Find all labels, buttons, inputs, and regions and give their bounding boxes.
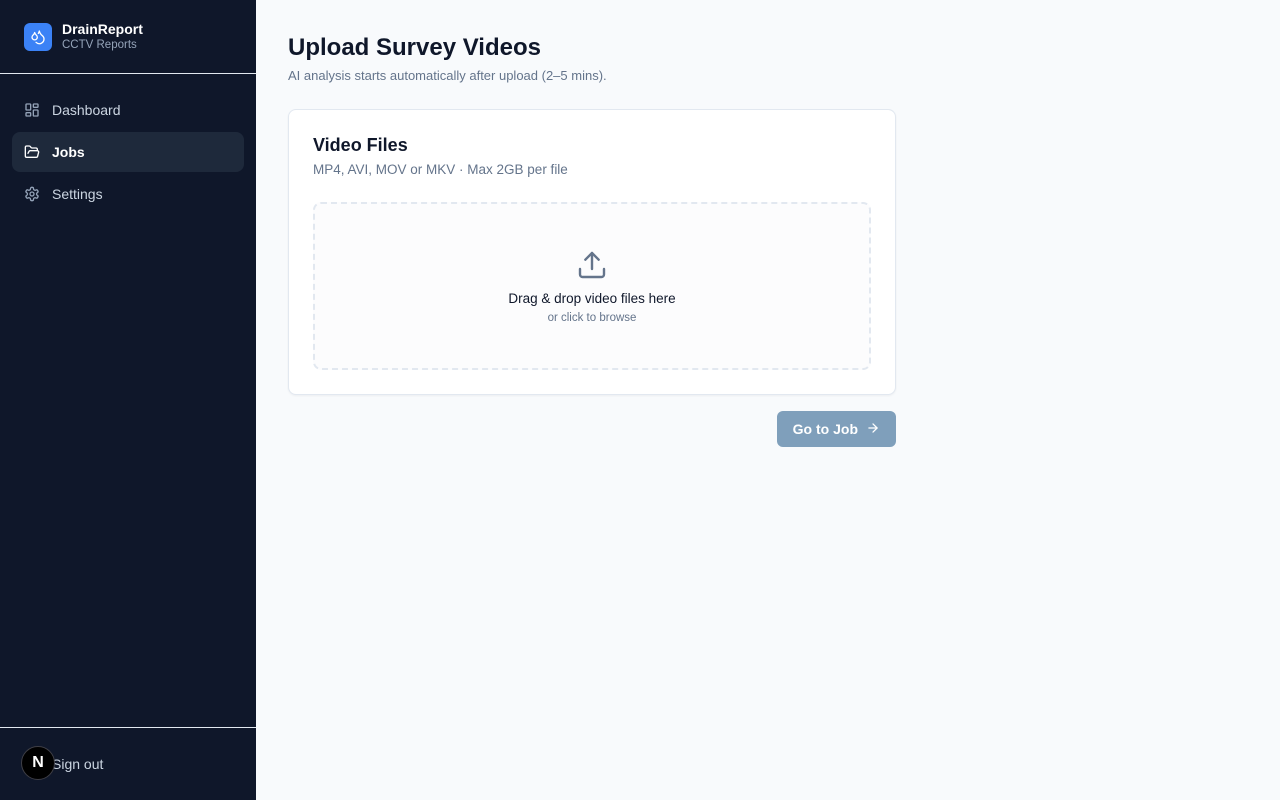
signout-label: Sign out — [52, 756, 104, 772]
badge-letter: N — [32, 754, 44, 771]
brand-name: DrainReport — [62, 20, 143, 37]
sidebar-item-label: Settings — [52, 186, 103, 202]
actions-row: Go to Job — [288, 411, 896, 447]
dropzone-title: Drag & drop video files here — [508, 290, 676, 306]
page-subtitle: AI analysis starts automatically after u… — [288, 68, 607, 83]
app-root: DrainReport CCTV Reports Dashboard Jobs … — [0, 0, 1280, 800]
folder-icon — [24, 144, 40, 160]
sidebar-item-settings[interactable]: Settings — [12, 174, 244, 214]
sidebar-item-label: Jobs — [52, 144, 85, 160]
sidebar: DrainReport CCTV Reports Dashboard Jobs … — [0, 0, 256, 800]
next-badge[interactable]: N — [21, 746, 55, 780]
video-files-card: Video Files MP4, AVI, MOV or MKV · Max 2… — [288, 109, 896, 395]
file-dropzone[interactable]: Drag & drop video files here or click to… — [313, 202, 871, 370]
sidebar-item-jobs[interactable]: Jobs — [12, 132, 244, 172]
sidebar-footer: Sign out N — [0, 727, 256, 800]
sidebar-nav: Dashboard Jobs Settings — [0, 74, 256, 230]
arrow-right-icon — [866, 421, 880, 438]
main-content: Upload Survey Videos AI analysis starts … — [256, 0, 1280, 800]
sidebar-item-label: Dashboard — [52, 102, 121, 118]
go-to-job-label: Go to Job — [792, 421, 858, 437]
brand-subtitle: CCTV Reports — [62, 38, 137, 51]
drop-icon — [24, 22, 52, 51]
brand[interactable]: DrainReport CCTV Reports — [0, 0, 256, 74]
dropzone-subtitle: or click to browse — [547, 311, 637, 324]
sidebar-item-dashboard[interactable]: Dashboard — [12, 90, 244, 130]
card-subtitle: MP4, AVI, MOV or MKV · Max 2GB per file — [313, 162, 568, 177]
go-to-job-button[interactable]: Go to Job — [776, 411, 896, 447]
gear-icon — [24, 186, 40, 202]
page-title: Upload Survey Videos — [288, 34, 541, 61]
upload-icon — [576, 249, 608, 281]
card-title: Video Files — [313, 135, 408, 155]
dashboard-icon — [24, 102, 40, 118]
